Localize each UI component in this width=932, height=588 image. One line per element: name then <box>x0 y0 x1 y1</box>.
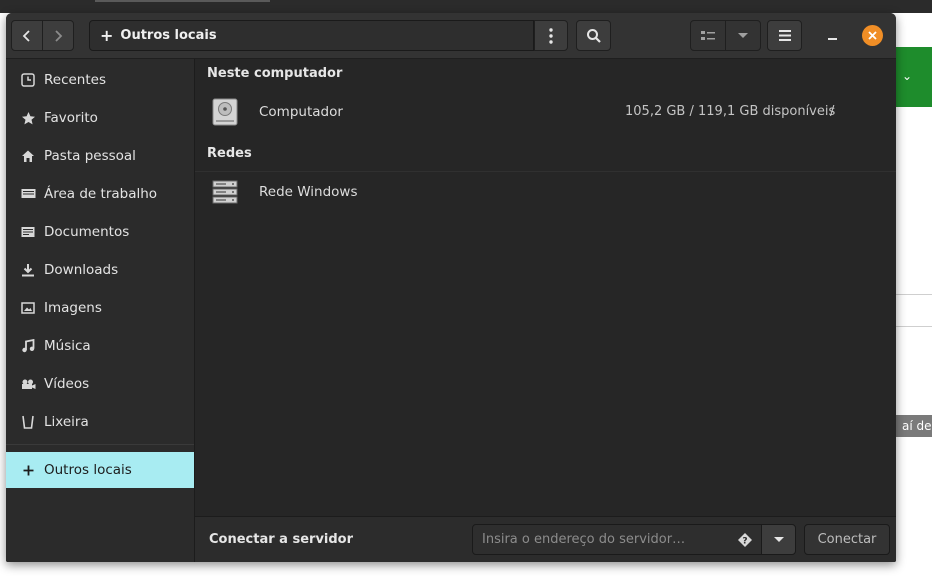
list-view-button[interactable] <box>690 20 726 51</box>
svg-text:?: ? <box>742 537 747 547</box>
sidebar-item-label: Recentes <box>44 72 106 88</box>
connect-server-bar: Conectar a servidor ? Conectar <box>195 516 896 562</box>
places-sidebar: Recentes Favorito Pasta pessoal Área de … <box>6 59 195 562</box>
sidebar-item-videos[interactable]: Vídeos <box>6 365 194 403</box>
sidebar-item-label: Área de trabalho <box>44 186 158 202</box>
chevron-right-icon <box>55 29 63 42</box>
path-menu-button[interactable] <box>534 20 568 51</box>
desktop-icon <box>20 186 36 202</box>
sidebar-item-label: Downloads <box>44 262 119 278</box>
sidebar-item-label: Lixeira <box>44 414 89 430</box>
sidebar-item-label: Favorito <box>44 110 98 126</box>
sidebar-item-label: Imagens <box>44 300 102 316</box>
location-label: Outros locais <box>120 28 217 43</box>
close-icon <box>868 31 877 40</box>
connect-button[interactable]: Conectar <box>804 524 890 555</box>
hamburger-menu-icon <box>778 30 791 41</box>
clock-icon <box>20 72 36 88</box>
star-icon <box>20 110 36 126</box>
location-pathbar[interactable]: + Outros locais <box>89 20 534 51</box>
view-options-dropdown[interactable] <box>725 20 761 51</box>
connect-server-label: Conectar a servidor <box>209 532 354 547</box>
section-header-networks: Redes <box>207 146 252 161</box>
back-button[interactable] <box>11 20 43 51</box>
sidebar-item-documentos[interactable]: Documentos <box>6 213 194 251</box>
search-icon <box>586 28 601 43</box>
sidebar-item-area-de-trabalho[interactable]: Área de trabalho <box>6 175 194 213</box>
section-header-computer: Neste computador <box>207 66 343 81</box>
background-text-snippet: aí de <box>896 415 932 437</box>
disk-space-separator: / <box>689 104 694 119</box>
plus-icon: + <box>100 26 114 45</box>
video-icon <box>20 376 36 392</box>
trash-icon <box>20 414 36 430</box>
sidebar-item-label: Pasta pessoal <box>44 148 136 164</box>
kebab-menu-icon <box>549 27 553 44</box>
location-row-windows-network[interactable]: Rede Windows <box>195 171 896 212</box>
server-address-input[interactable] <box>472 524 762 555</box>
sidebar-item-imagens[interactable]: Imagens <box>6 289 194 327</box>
sidebar-item-pasta-pessoal[interactable]: Pasta pessoal <box>6 137 194 175</box>
caret-down-icon <box>773 536 784 542</box>
sidebar-item-label: Documentos <box>44 224 130 240</box>
background-tab <box>95 0 270 2</box>
file-manager-window: + Outros locais Recentes Favorito Pasta … <box>6 13 896 562</box>
location-name: Computador <box>259 104 343 120</box>
list-view-icon <box>701 30 715 40</box>
sidebar-item-outros-locais[interactable]: Outros locais <box>6 452 194 488</box>
sidebar-item-recentes[interactable]: Recentes <box>6 61 194 99</box>
music-icon <box>20 338 36 354</box>
close-button[interactable] <box>862 25 883 46</box>
minimize-button[interactable] <box>820 25 844 47</box>
home-icon <box>20 148 36 164</box>
sidebar-item-label: Vídeos <box>44 376 90 392</box>
sidebar-item-musica[interactable]: Música <box>6 327 194 365</box>
location-name: Rede Windows <box>259 184 358 200</box>
search-button[interactable] <box>576 20 611 51</box>
help-icon[interactable]: ? <box>737 532 753 548</box>
sidebar-separator <box>6 444 194 445</box>
disk-space-free: 105,2 GB <box>625 104 686 119</box>
sidebar-item-label: Outros locais <box>44 462 132 478</box>
disk-space-text: 105,2 GB / 119,1 GB disponíveis <box>625 104 835 119</box>
chevron-left-icon <box>22 29 30 42</box>
sidebar-item-label: Música <box>44 338 91 354</box>
plus-icon <box>20 462 36 478</box>
location-row-computer[interactable]: Computador 105,2 GB / 119,1 GB disponíve… <box>195 92 896 132</box>
sidebar-item-downloads[interactable]: Downloads <box>6 251 194 289</box>
disk-space-total: 119,1 GB disponíveis <box>698 104 836 119</box>
image-icon <box>20 300 36 316</box>
network-server-icon <box>212 180 238 204</box>
chevron-down-icon: ⌄ <box>902 69 913 83</box>
minimize-icon <box>827 38 837 40</box>
other-locations-view: Neste computador Computador 105,2 GB / 1… <box>195 59 896 516</box>
recent-servers-dropdown[interactable] <box>761 524 796 555</box>
main-menu-button[interactable] <box>767 20 802 51</box>
hard-drive-icon <box>212 98 238 126</box>
header-bar: + Outros locais <box>6 13 896 59</box>
sidebar-item-lixeira[interactable]: Lixeira <box>6 403 194 441</box>
forward-button[interactable] <box>42 20 74 51</box>
document-icon <box>20 224 36 240</box>
sidebar-item-favorito[interactable]: Favorito <box>6 99 194 137</box>
download-icon <box>20 262 36 278</box>
background-browser-bar <box>0 0 932 13</box>
mount-point: / <box>830 104 835 119</box>
caret-down-icon <box>738 32 748 38</box>
